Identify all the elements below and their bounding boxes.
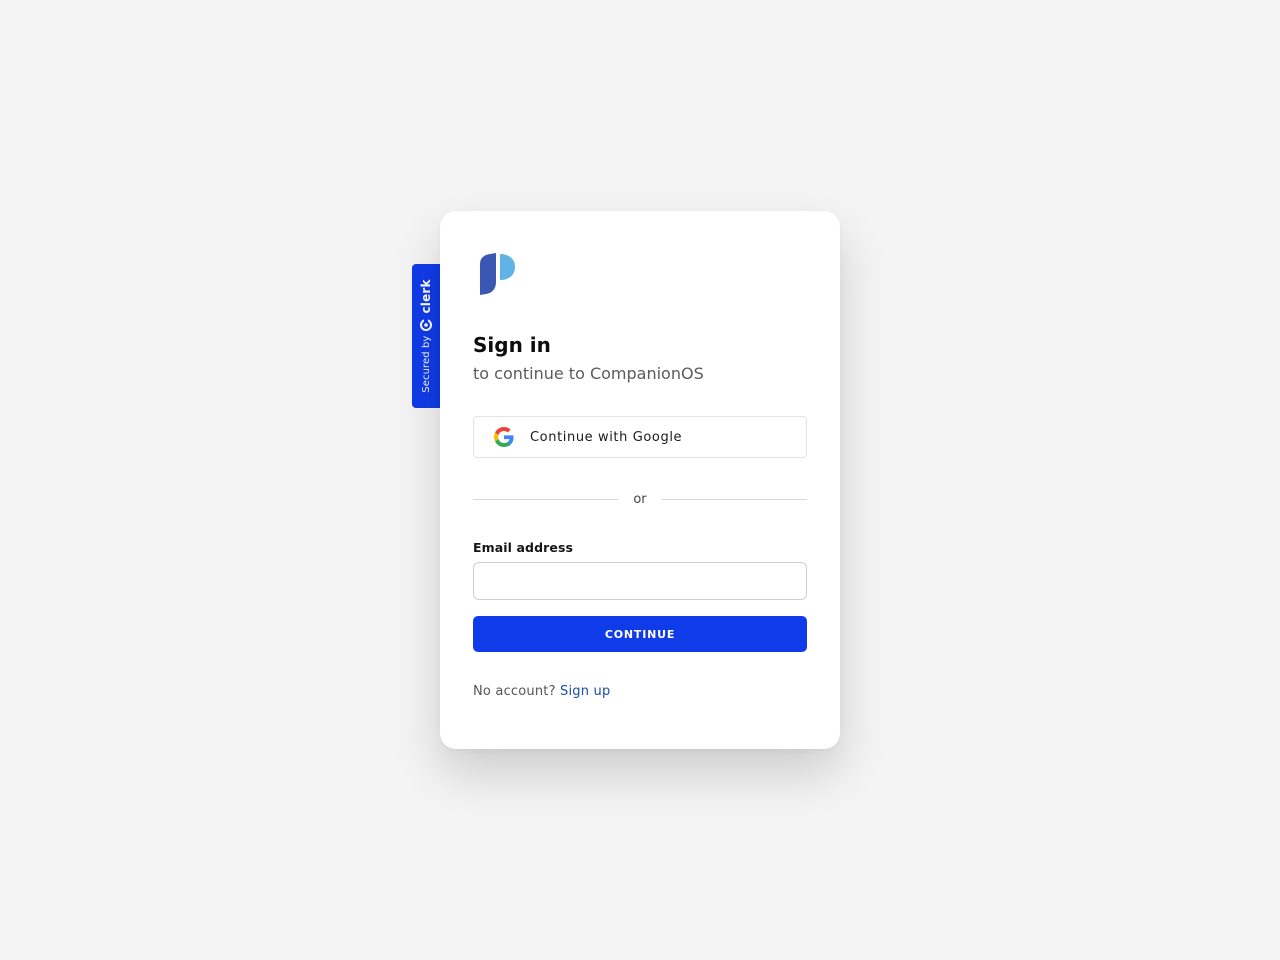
no-account-text: No account? (473, 684, 556, 699)
clerk-brand-text: clerk (419, 279, 433, 314)
sign-in-card: Sign in to continue to CompanionOS Conti… (440, 211, 840, 749)
companionos-logo-icon (480, 253, 515, 295)
divider-line-left (473, 498, 618, 500)
page-subtitle: to continue to CompanionOS (473, 364, 704, 383)
page-title: Sign in (473, 333, 551, 357)
sign-up-prompt: No account? Sign up (473, 684, 610, 699)
google-icon (494, 427, 514, 447)
page: Secured by clerk Sign in to continue to … (0, 0, 1280, 960)
continue-with-google-label: Continue with Google (530, 429, 683, 445)
secured-by-clerk-badge[interactable]: Secured by clerk (412, 264, 440, 408)
clerk-logo-icon (420, 318, 432, 331)
secured-by-text: Secured by (420, 335, 432, 393)
divider-text: or (633, 491, 647, 507)
continue-with-google-button[interactable]: Continue with Google (473, 416, 807, 458)
divider-line-right (662, 498, 807, 500)
continue-button[interactable]: CONTINUE (473, 616, 807, 652)
sign-up-link[interactable]: Sign up (560, 684, 610, 699)
email-field[interactable] (473, 562, 807, 600)
email-field-label: Email address (473, 540, 574, 555)
or-divider: or (473, 490, 807, 508)
secured-by-badge-content: Secured by clerk (417, 274, 435, 398)
